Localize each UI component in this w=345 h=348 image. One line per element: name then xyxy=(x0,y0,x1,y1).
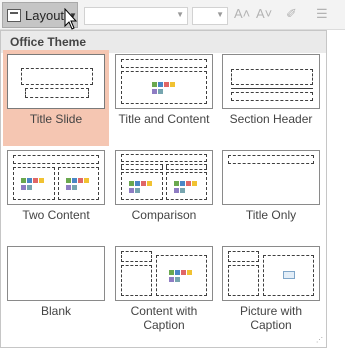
layout-thumbnail xyxy=(115,246,213,301)
subtitle-placeholder xyxy=(25,88,89,98)
clear-formatting-icon[interactable]: ✐ xyxy=(286,6,297,22)
divider-line xyxy=(231,88,313,89)
caption-text-placeholder xyxy=(121,265,152,296)
layout-label: Comparison xyxy=(131,208,197,222)
increase-font-size-icon[interactable]: A˄ xyxy=(234,6,250,21)
layout-icon xyxy=(7,8,21,22)
layout-label: Title and Content xyxy=(118,112,210,126)
layout-picture-with-caption[interactable]: Picture with Caption xyxy=(218,242,324,338)
layout-label: Two Content xyxy=(22,208,90,222)
resize-grip-icon[interactable]: ⋰ xyxy=(316,337,324,345)
decrease-font-size-icon[interactable]: A˅ xyxy=(256,6,272,21)
layout-label: Picture with Caption xyxy=(239,304,303,332)
layout-title-only[interactable]: Title Only xyxy=(218,146,324,242)
content-placeholder-right xyxy=(58,167,99,200)
content-icons xyxy=(21,178,47,190)
content-icons xyxy=(129,181,155,193)
layout-label: Section Header xyxy=(229,112,313,126)
layout-label: Title Slide xyxy=(29,112,83,126)
title-placeholder xyxy=(121,154,207,162)
content-placeholder xyxy=(121,71,207,104)
layout-thumbnail xyxy=(7,150,105,205)
layout-title-slide[interactable]: Title Slide xyxy=(3,50,109,146)
layout-thumbnail xyxy=(222,54,320,109)
content-placeholder-left xyxy=(13,167,55,200)
heading-placeholder-left xyxy=(121,164,163,170)
caption-title-placeholder xyxy=(121,251,152,262)
layout-thumbnail xyxy=(115,150,213,205)
layout-thumbnail xyxy=(222,150,320,205)
layout-button-label: Layout xyxy=(25,7,65,23)
bullets-icon[interactable]: ☰ xyxy=(316,6,328,22)
layout-blank[interactable]: Blank xyxy=(3,242,109,338)
layout-label: Title Only xyxy=(245,208,297,222)
title-placeholder xyxy=(13,155,99,164)
layout-gallery-panel: Office Theme Title Slide Title and Conte… xyxy=(0,30,327,348)
content-placeholder xyxy=(156,255,207,296)
content-placeholder-right xyxy=(166,172,207,200)
layout-comparison[interactable]: Comparison xyxy=(111,146,217,242)
picture-icon xyxy=(283,271,295,279)
layout-thumbnail xyxy=(7,54,105,109)
content-icons xyxy=(66,178,92,190)
layout-thumbnail xyxy=(7,246,105,301)
title-placeholder xyxy=(21,68,93,85)
layout-two-content[interactable]: Two Content xyxy=(3,146,109,242)
font-size-box[interactable]: ▼ xyxy=(192,7,228,25)
layout-section-header[interactable]: Section Header xyxy=(218,50,324,146)
layout-label: Blank xyxy=(40,304,72,318)
layout-thumbnail xyxy=(115,54,213,109)
caption-title-placeholder xyxy=(228,251,259,262)
content-placeholder-left xyxy=(121,172,163,200)
ribbon: Layout ▼ ▼ ▼ A˄ A˅ ✐ ☰ xyxy=(0,0,345,30)
title-placeholder xyxy=(228,155,314,164)
heading-placeholder-right xyxy=(166,164,207,170)
layout-thumbnail xyxy=(222,246,320,301)
title-placeholder xyxy=(231,69,313,85)
font-name-box[interactable]: ▼ xyxy=(84,7,188,25)
chevron-down-icon: ▼ xyxy=(176,10,184,19)
layout-content-with-caption[interactable]: Content with Caption xyxy=(111,242,217,338)
layout-title-and-content[interactable]: Title and Content xyxy=(111,50,217,146)
content-icons xyxy=(174,181,200,193)
mouse-cursor-icon xyxy=(64,8,78,30)
background-edge xyxy=(327,30,345,348)
text-placeholder xyxy=(231,92,313,101)
caption-text-placeholder xyxy=(228,265,259,296)
layout-label: Content with Caption xyxy=(130,304,198,332)
picture-placeholder xyxy=(263,255,314,296)
chevron-down-icon: ▼ xyxy=(216,10,224,19)
content-icons xyxy=(169,270,195,282)
title-placeholder xyxy=(121,59,207,68)
content-icons xyxy=(152,82,178,94)
